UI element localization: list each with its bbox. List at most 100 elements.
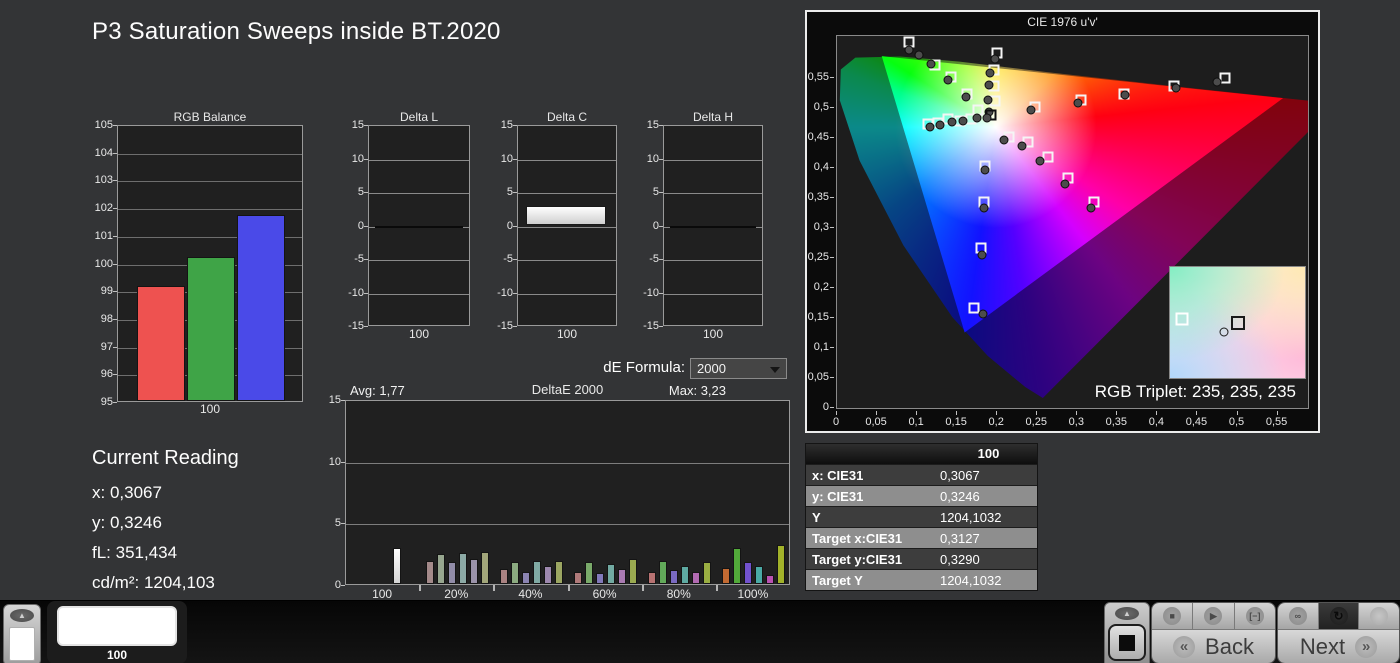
y-tick-mark (513, 226, 517, 227)
blank-circle-icon (1370, 607, 1388, 625)
measured-point (1073, 98, 1082, 107)
current-reading-heading: Current Reading (92, 447, 239, 470)
pattern-window-expand-button[interactable]: ▲ (3, 604, 41, 663)
x-tick-mark (836, 411, 837, 415)
gridline (664, 160, 762, 161)
table-row: Target Y1204,1032 (806, 569, 1037, 590)
deltae-bar (511, 562, 519, 584)
x-tick-mark (568, 585, 570, 591)
deltae-bar (777, 545, 785, 584)
cie-1976-panel: CIE 1976 u'v' 00,050,10,150,20,250,30,35… (805, 10, 1320, 433)
y-tick-mark (364, 259, 368, 260)
deltae-bar (459, 553, 467, 584)
cie-diagram: RGB Triplet: 235, 235, 235 (836, 35, 1309, 409)
pattern-thumbnail (9, 627, 35, 661)
gridline (518, 260, 616, 261)
bottom-toolbar: ▲ 100 ▲ ■ ▶ [−] « Back (0, 600, 1400, 663)
gridline (118, 181, 302, 182)
measured-point (984, 95, 993, 104)
y-tick-label: 0 (311, 579, 341, 591)
y-tick-mark (830, 347, 834, 348)
x-tick-label: 0,45 (1179, 416, 1213, 428)
current-reading-x: x: 0,3067 (92, 483, 162, 503)
x-tick-label: 0,4 (1139, 416, 1173, 428)
y-tick-label: 0,5 (803, 101, 829, 113)
extra-button[interactable] (1359, 603, 1399, 629)
deltae-bar (585, 562, 593, 584)
de-formula-value: 2000 (697, 361, 726, 376)
delta-h-title: Delta H (663, 110, 763, 124)
deltae-x-axis: 10020%40%60%80%100% (345, 587, 790, 601)
single-measure-button[interactable]: [−] (1235, 603, 1275, 629)
y-tick-label: -5 (629, 253, 659, 265)
deltae-bar (574, 572, 582, 584)
deltae-group-label: 20% (419, 587, 493, 601)
measured-point (1026, 106, 1035, 115)
measured-point (926, 122, 935, 131)
y-tick-mark (830, 167, 834, 168)
delta-bar (526, 206, 606, 224)
measured-point (972, 114, 981, 123)
x-tick-mark (642, 585, 644, 591)
x-tick-mark (1277, 411, 1278, 415)
gridline (518, 193, 616, 194)
y-tick-mark (113, 347, 117, 348)
y-tick-mark (113, 180, 117, 181)
back-button[interactable]: « Back (1152, 629, 1275, 663)
de-formula-dropdown[interactable]: 2000 (690, 358, 787, 379)
table-row: x: CIE310,3067 (806, 464, 1037, 485)
deltae-bar (437, 554, 445, 584)
table-row: Y1204,1032 (806, 506, 1037, 527)
stop-measure-button[interactable]: ■ (1152, 603, 1193, 629)
delta-l-x-label: 100 (368, 327, 470, 341)
y-tick-label: 5 (334, 186, 364, 198)
deltae-group-label: 80% (642, 587, 716, 601)
delta-h-x-label: 100 (663, 327, 763, 341)
y-tick-mark (830, 77, 834, 78)
y-tick-mark (513, 159, 517, 160)
page-title: P3 Saturation Sweeps inside BT.2020 (92, 18, 501, 46)
y-tick-label: 0,2 (803, 281, 829, 293)
measured-point (947, 118, 956, 127)
inset-measured-circle (1220, 328, 1229, 337)
chevron-up-icon: ▲ (1115, 607, 1139, 620)
y-tick-label: 0,05 (803, 371, 829, 383)
rgb-bar-green (187, 257, 235, 401)
y-tick-label: 0 (334, 220, 364, 232)
refresh-icon: ↻ (1330, 607, 1348, 625)
gridline (369, 260, 469, 261)
measured-point (990, 55, 999, 64)
x-tick-label: 0 (819, 416, 853, 428)
measured-point (1035, 156, 1044, 165)
single-measure-icon: [−] (1246, 607, 1264, 625)
deltae-bar (722, 568, 730, 584)
auto-advance-button[interactable]: ↻ (1319, 603, 1360, 629)
measured-point (1121, 90, 1130, 99)
start-measure-button[interactable]: ▶ (1193, 603, 1234, 629)
y-tick-mark (364, 159, 368, 160)
measured-point (905, 46, 914, 55)
gridline (369, 160, 469, 161)
y-tick-label: 0,1 (803, 341, 829, 353)
y-tick-label: -10 (483, 287, 513, 299)
y-tick-mark (364, 125, 368, 126)
next-button[interactable]: Next » (1278, 629, 1399, 663)
x-tick-mark (716, 585, 718, 591)
y-tick-mark (113, 402, 117, 403)
y-tick-label: 15 (629, 119, 659, 131)
y-tick-label: 15 (334, 119, 364, 131)
rgb-triplet-label: RGB Triplet: 235, 235, 235 (1095, 382, 1296, 402)
y-tick-label: 105 (83, 119, 113, 131)
measured-point (1171, 84, 1180, 93)
x-tick-mark (1036, 411, 1037, 415)
white-point-zoom-inset (1169, 266, 1306, 379)
rgb-balance-x-label: 100 (117, 402, 303, 416)
measured-point (1212, 78, 1221, 87)
continuous-measure-button[interactable]: ∞ (1278, 603, 1319, 629)
stop-pattern-button[interactable] (1108, 624, 1146, 661)
y-tick-mark (659, 293, 663, 294)
y-tick-mark (659, 226, 663, 227)
test-pattern-preview[interactable]: 100 (47, 601, 187, 663)
meter-panel-expand[interactable]: ▲ (1104, 602, 1150, 663)
white-point-measured (983, 113, 992, 122)
